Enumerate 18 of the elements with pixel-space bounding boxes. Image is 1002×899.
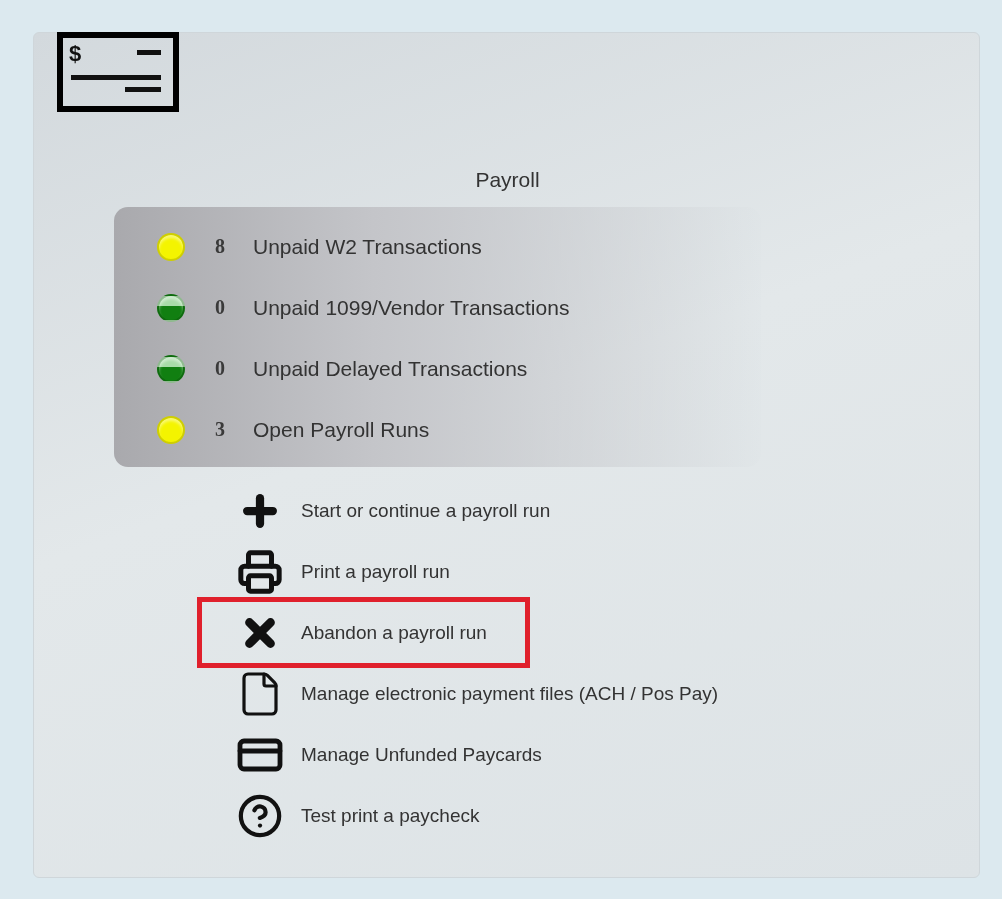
paycheck-icon: $ xyxy=(57,32,179,112)
action-link[interactable]: Manage electronic payment files (ACH / Pos Pay) xyxy=(202,663,757,724)
printer-icon xyxy=(237,548,283,595)
help-icon xyxy=(237,792,283,839)
action-link[interactable]: Manage Unfunded Paycards xyxy=(202,724,580,785)
panel-title: Payroll xyxy=(475,168,540,192)
status-label: Unpaid W2 Transactions xyxy=(253,234,482,259)
status-count: 8 xyxy=(214,235,226,258)
action-link[interactable]: Abandon a payroll run xyxy=(202,602,525,663)
status-label: Unpaid 1099/Vendor Transactions xyxy=(253,295,570,320)
action-link[interactable]: Start or continue a payroll run xyxy=(202,480,589,541)
status-label: Unpaid Delayed Transactions xyxy=(253,356,528,381)
status-label: Open Payroll Runs xyxy=(253,417,430,442)
action-link[interactable]: Test print a paycheck xyxy=(202,785,518,846)
status-count: 0 xyxy=(214,357,226,380)
status-count: 0 xyxy=(214,296,226,319)
action-link[interactable]: Print a payroll run xyxy=(202,541,488,602)
status-count: 3 xyxy=(214,418,226,441)
